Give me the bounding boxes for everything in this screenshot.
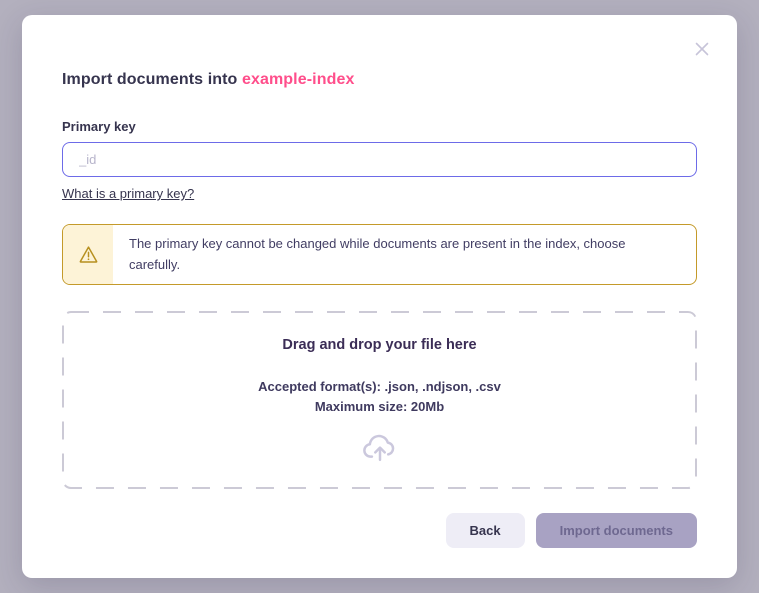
index-name: example-index bbox=[241, 71, 355, 88]
close-icon bbox=[694, 41, 710, 57]
primary-key-input[interactable] bbox=[62, 142, 697, 177]
page-title: Import documents into example-index bbox=[62, 71, 697, 89]
warning-message: The primary key cannot be changed while … bbox=[113, 225, 696, 284]
dropzone-title: Drag and drop your file here bbox=[282, 337, 477, 353]
close-button[interactable] bbox=[693, 40, 711, 58]
warning-icon bbox=[78, 244, 99, 265]
file-dropzone[interactable]: Drag and drop your file here Accepted fo… bbox=[62, 311, 697, 489]
dropzone-max-size: Maximum size: 20Mb bbox=[314, 399, 445, 414]
import-documents-button[interactable]: Import documents bbox=[535, 513, 697, 548]
warning-callout: The primary key cannot be changed while … bbox=[62, 224, 697, 285]
dropzone-accepted-formats: Accepted format(s): .json, .ndjson, .csv bbox=[258, 379, 501, 394]
cloud-upload-icon bbox=[362, 430, 398, 467]
primary-key-help-link[interactable]: What is a primary key? bbox=[62, 186, 194, 201]
primary-key-label: Primary key bbox=[62, 119, 136, 134]
import-documents-modal: Import documents into example-index Prim… bbox=[22, 15, 737, 578]
back-button[interactable]: Back bbox=[445, 513, 525, 548]
title-prefix: Import documents into bbox=[62, 71, 242, 88]
warning-icon-cell bbox=[63, 225, 113, 284]
modal-actions: Back Import documents bbox=[62, 513, 697, 548]
warning-message-text: The primary key cannot be changed while … bbox=[129, 236, 626, 272]
